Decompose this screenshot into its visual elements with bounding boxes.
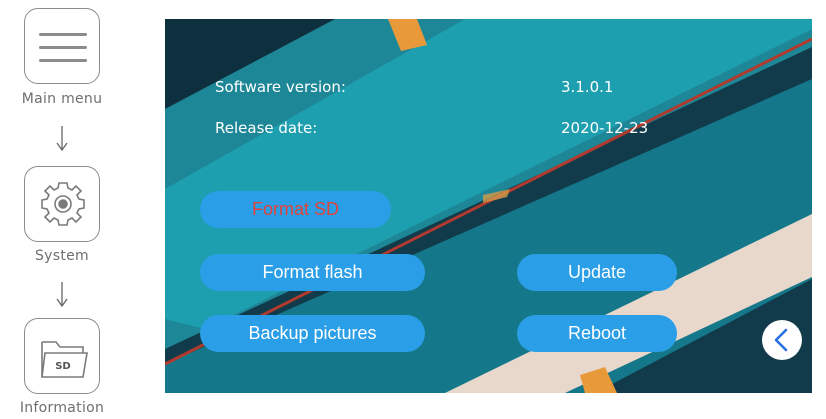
sd-folder-icon: SD xyxy=(41,341,88,378)
sd-icon-text: SD xyxy=(55,361,71,372)
hamburger-menu-icon xyxy=(39,33,87,62)
release-date-value: 2020-12-23 xyxy=(561,119,649,137)
gear-icon xyxy=(41,182,85,226)
information-label: Information xyxy=(19,400,105,416)
format-sd-button[interactable]: Format SD xyxy=(200,191,391,228)
down-arrow-icon xyxy=(56,126,68,152)
backup-pictures-button[interactable]: Backup pictures xyxy=(200,315,425,352)
system-label: System xyxy=(34,248,89,264)
reboot-button[interactable]: Reboot xyxy=(517,315,677,352)
software-version-label: Software version: xyxy=(215,78,346,96)
release-date-label: Release date: xyxy=(215,119,318,137)
software-version-value: 3.1.0.1 xyxy=(561,78,614,96)
system-tile[interactable] xyxy=(24,166,100,242)
main-menu-label: Main menu xyxy=(21,91,103,107)
information-tile[interactable]: SD xyxy=(24,318,100,394)
chevron-left-icon xyxy=(774,328,788,352)
main-menu-tile[interactable] xyxy=(24,8,100,84)
device-screen: Software version: 3.1.0.1 Release date: … xyxy=(165,19,812,393)
down-arrow-icon xyxy=(56,282,68,308)
update-button[interactable]: Update xyxy=(517,254,677,291)
format-flash-button[interactable]: Format flash xyxy=(200,254,425,291)
back-button[interactable] xyxy=(762,320,802,360)
